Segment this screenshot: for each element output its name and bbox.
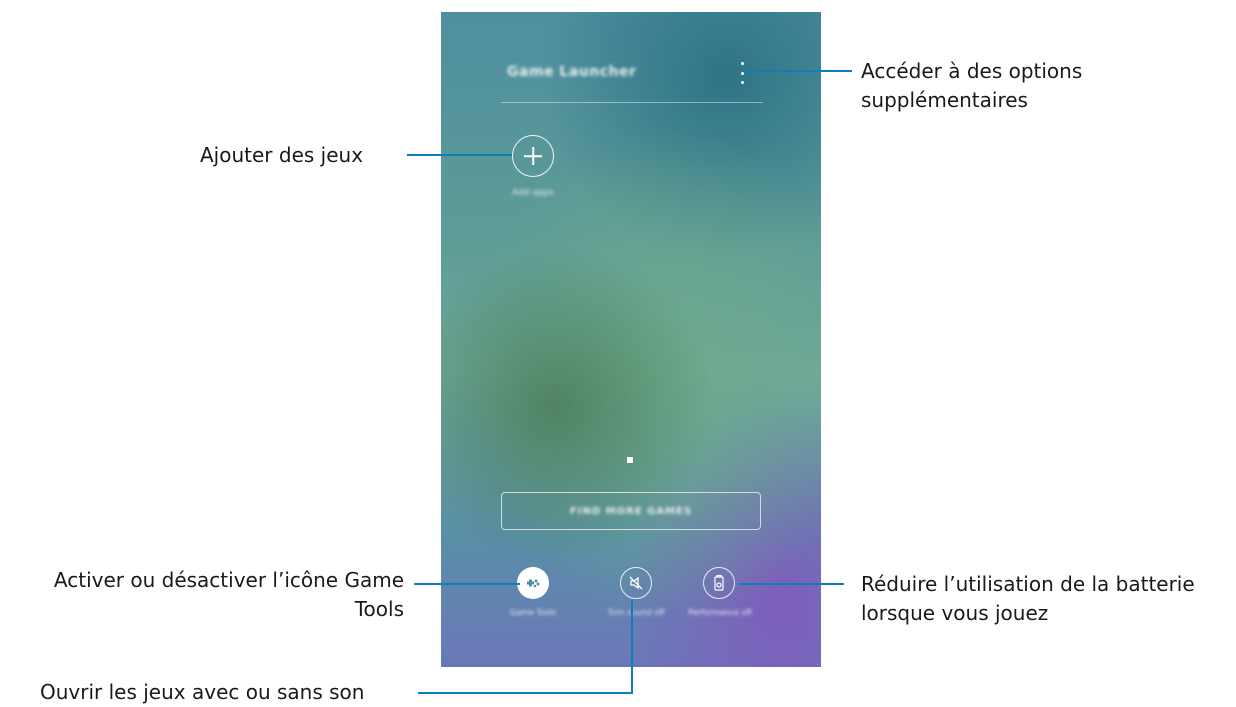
callout-more-options: Accéder à des options supplémentaires xyxy=(861,59,1083,112)
callout-line-battery xyxy=(738,583,844,585)
find-more-games-label: FIND MORE GAMES xyxy=(569,505,693,517)
find-more-games-button[interactable]: FIND MORE GAMES xyxy=(501,492,761,530)
game-tools-label: Game Tools xyxy=(509,608,557,617)
page-indicator xyxy=(627,457,633,463)
callout-line-sound-vertical xyxy=(631,600,633,694)
callout-line-game-tools xyxy=(414,583,520,585)
battery-icon[interactable] xyxy=(703,567,735,599)
callout-sound: Ouvrir les jeux avec ou sans son xyxy=(40,680,365,704)
sound-off-label: Turn sound off xyxy=(607,608,665,617)
add-apps-button[interactable] xyxy=(512,135,554,177)
add-apps-label: Add apps xyxy=(512,188,554,198)
performance-label: Performance off xyxy=(688,608,752,617)
app-title: Game Launcher xyxy=(507,64,637,80)
phone-screen: Game Launcher Add apps FIND MORE GAMES G… xyxy=(441,12,821,667)
game-tools-icon[interactable] xyxy=(517,567,549,599)
callout-line-add xyxy=(407,154,512,156)
callout-add-games: Ajouter des jeux xyxy=(200,143,364,167)
callout-line-sound-horizontal xyxy=(418,692,633,694)
mute-icon[interactable] xyxy=(620,567,652,599)
callout-battery: Réduire l’utilisation de la batterie lor… xyxy=(861,572,1195,625)
callout-game-tools: Activer ou désactiver l’icône Game Tools xyxy=(53,568,404,621)
title-divider xyxy=(501,102,763,103)
more-options-icon[interactable] xyxy=(737,62,747,84)
callout-line-options xyxy=(744,70,852,72)
